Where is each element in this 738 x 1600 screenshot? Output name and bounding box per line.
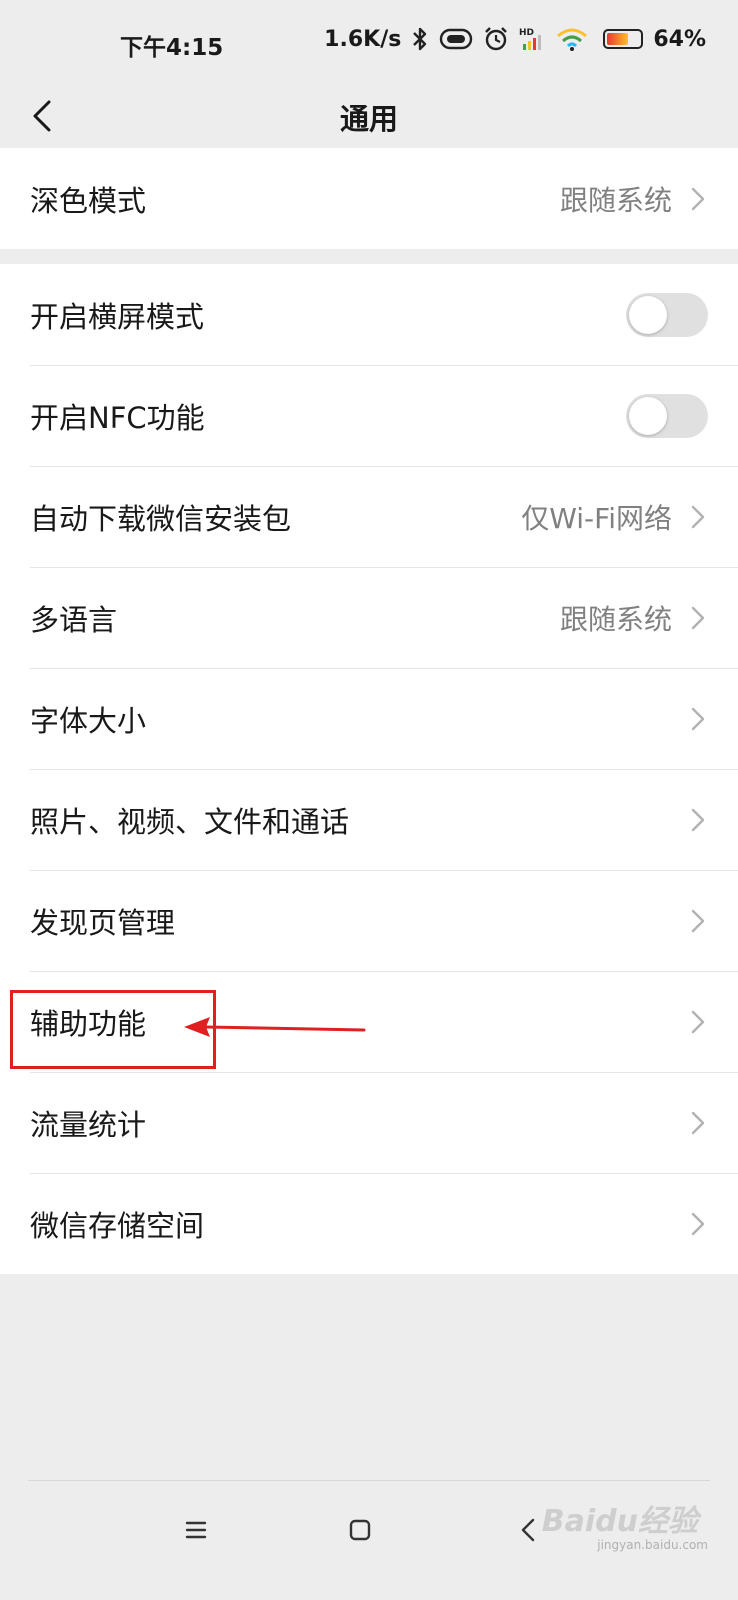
nav-bar: 通用 xyxy=(0,84,738,148)
setting-storage[interactable]: 微信存储空间 xyxy=(0,1173,738,1274)
setting-label: 字体大小 xyxy=(30,703,147,738)
setting-label: 自动下载微信安装包 xyxy=(30,501,292,536)
battery-fill xyxy=(607,33,628,45)
setting-label: 照片、视频、文件和通话 xyxy=(30,804,350,839)
setting-dark-mode[interactable]: 深色模式 跟随系统 xyxy=(0,148,738,249)
setting-value: 跟随系统 xyxy=(559,183,672,217)
nfc-toggle[interactable] xyxy=(626,393,708,438)
setting-label: 开启横屏模式 xyxy=(30,299,205,334)
chevron-right-icon xyxy=(688,605,708,631)
setting-media[interactable]: 照片、视频、文件和通话 xyxy=(0,769,738,870)
chevron-right-icon xyxy=(688,186,708,212)
status-time: 下午4:15 xyxy=(120,35,224,61)
chevron-right-icon xyxy=(688,807,708,833)
status-icons: 1.6K/s HD 64% xyxy=(324,26,706,52)
settings-group-display: 深色模式 跟随系统 xyxy=(0,148,738,249)
setting-label: 发现页管理 xyxy=(30,905,176,940)
setting-font-size[interactable]: 字体大小 xyxy=(0,668,738,769)
toggle-knob xyxy=(629,396,667,435)
watermark: Baidu经验 xyxy=(541,1504,698,1539)
setting-label: 深色模式 xyxy=(30,183,147,218)
toggle-knob xyxy=(629,295,667,334)
network-speed: 1.6K/s xyxy=(324,26,402,52)
menu-button[interactable] xyxy=(176,1510,216,1550)
wifi-icon xyxy=(555,26,589,52)
settings-group-general: 开启横屏模式 开启NFC功能 自动下载微信安装包 仅Wi-Fi网络 多语言 跟随… xyxy=(0,264,738,1274)
setting-label: 开启NFC功能 xyxy=(30,400,205,435)
battery-percent: 64% xyxy=(653,26,706,52)
setting-value: 仅Wi-Fi网络 xyxy=(521,501,672,535)
setting-discover-manage[interactable]: 发现页管理 xyxy=(0,870,738,971)
bluetooth-icon xyxy=(411,26,429,52)
svg-text:HD: HD xyxy=(519,28,534,38)
alarm-icon xyxy=(483,26,509,52)
status-bar: 下午4:15 1.6K/s HD 64% xyxy=(0,0,738,84)
setting-label: 流量统计 xyxy=(30,1107,147,1142)
vibrate-icon xyxy=(439,28,473,50)
home-button[interactable] xyxy=(340,1510,380,1550)
watermark-url: jingyan.baidu.com xyxy=(597,1538,708,1552)
chevron-right-icon xyxy=(688,1009,708,1035)
landscape-toggle[interactable] xyxy=(626,292,708,337)
chevron-right-icon xyxy=(688,908,708,934)
page-title: 通用 xyxy=(339,102,398,136)
chevron-right-icon xyxy=(688,706,708,732)
chevron-right-icon xyxy=(688,1211,708,1237)
menu-icon xyxy=(185,1521,207,1539)
setting-value: 跟随系统 xyxy=(559,602,672,636)
battery-icon xyxy=(603,29,644,49)
setting-landscape-mode: 开启横屏模式 xyxy=(0,264,738,365)
hd-signal-icon: HD xyxy=(519,26,545,52)
setting-nfc: 开启NFC功能 xyxy=(0,365,738,466)
bottom-divider xyxy=(28,1480,710,1481)
annotation-arrow-icon xyxy=(184,1017,366,1037)
back-icon xyxy=(521,1518,535,1542)
setting-data-usage[interactable]: 流量统计 xyxy=(0,1072,738,1173)
chevron-right-icon xyxy=(688,504,708,530)
chevron-right-icon xyxy=(688,1110,708,1136)
setting-label: 微信存储空间 xyxy=(30,1208,205,1243)
setting-auto-download[interactable]: 自动下载微信安装包 仅Wi-Fi网络 xyxy=(0,466,738,567)
setting-language[interactable]: 多语言 跟随系统 xyxy=(0,567,738,668)
setting-label: 多语言 xyxy=(30,602,118,637)
home-icon xyxy=(349,1519,371,1541)
